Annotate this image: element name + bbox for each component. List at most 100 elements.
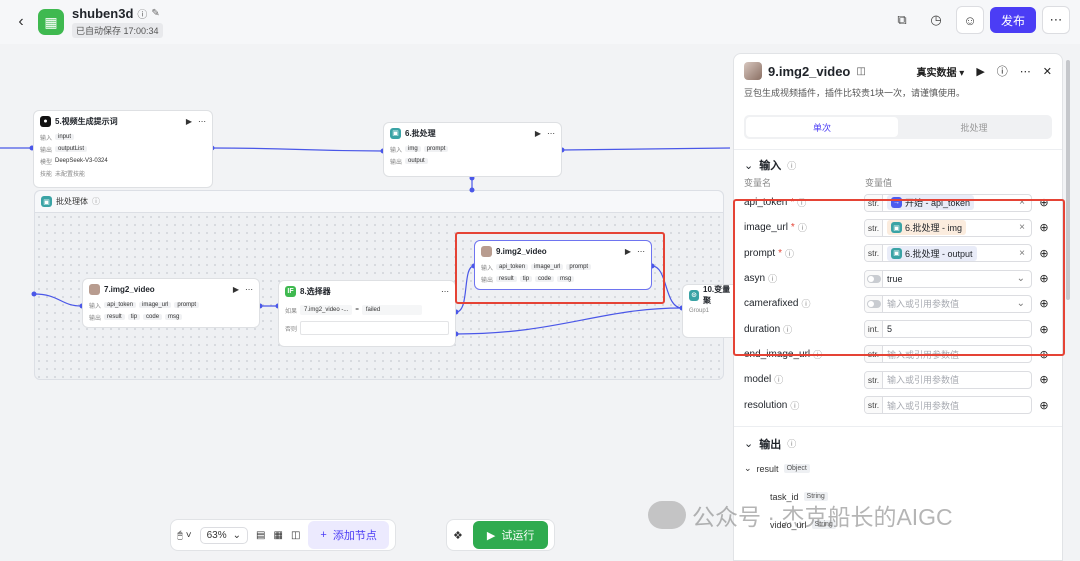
input-section-header[interactable]: ⌄ 输入 ⓘ [734,154,1062,176]
edge-batch-out [561,147,730,151]
chevron-down-icon[interactable]: ⌄ [744,463,752,474]
back-arrow-icon[interactable]: ‹ [10,11,32,33]
chip: output [405,158,428,164]
test-run-button[interactable]: ▶ 试运行 [472,521,549,549]
more-icon[interactable]: ⋯ [1042,6,1070,34]
tab-single[interactable]: 单次 [746,117,898,137]
run-label: 试运行 [501,530,535,542]
play-icon[interactable]: ▶ [233,285,239,294]
info-icon[interactable]: ⓘ [790,399,799,412]
param-value: 输入或引用参数值 [883,399,1031,412]
node-img2video-7[interactable]: 7.img2_video ▶ ⋯ 输入 api_token image_url prom… [82,278,260,328]
reference-add-icon[interactable]: ⊕ [1036,373,1052,386]
chevron-down-icon: ⌄ [232,529,242,541]
top-bar: ‹ ▦ shuben3d ⓘ ✎ 已自动保存 17:00:34 ⧉ ◷ ☺ 发布… [0,0,1080,44]
project-title-box: shuben3d ⓘ ✎ 已自动保存 17:00:34 [72,6,163,38]
play-icon[interactable]: ▶ [535,129,541,138]
chip: code [143,314,163,320]
run-toolbar: ❖ ▶ 试运行 [446,519,556,551]
input-label: 输入 [390,147,403,154]
skill-value: 未配置技能 [55,171,86,178]
highlight-box [455,232,665,304]
copy-icon[interactable]: ⧉ [888,6,916,34]
more-icon[interactable]: ⋯ [1020,65,1031,78]
output-row: task_id String [734,483,1062,511]
add-node-label: 添加节点 [332,530,377,542]
play-icon[interactable]: ▶ [976,65,984,78]
node-batch[interactable]: ▣ 6.批处理 ▶ ⋯ 输入 img prompt 输出 output [383,122,562,177]
chip: tip [127,314,141,320]
more-icon[interactable]: ⋯ [547,129,555,138]
zoom-select[interactable]: 63% ⌄ [199,526,249,544]
output-type: Object [783,464,810,474]
layout-icon[interactable]: ▦ [273,530,282,541]
node-title: 10.变量聚 [703,285,731,305]
play-icon: ▶ [486,529,496,542]
output-list: ⌄ result Object task_id String video_url Strin… [734,455,1062,539]
panel-scrollbar[interactable] [1066,60,1070,300]
output-name: video_url [770,519,807,530]
app-logo-icon: ▦ [38,9,64,35]
output-type: String [811,520,836,530]
play-icon[interactable]: ▶ [186,117,192,126]
input-label: 输入 [89,303,102,310]
debug-tool-icon[interactable]: ❖ [453,529,463,542]
param-label: resolution ⓘ [744,399,864,412]
info-icon[interactable]: ⓘ [137,6,147,21]
panel-description: 豆包生成视频插件，插件比较贵1块一次，请谨慎使用。 [744,88,966,98]
chevron-down-icon: ⌄ [744,159,754,172]
plus-icon: + [320,529,327,541]
more-icon[interactable]: ⋯ [441,287,449,296]
node-selector[interactable]: IF 8.选择器 ⋯ 如果 7.img2_video -... = failed… [278,280,456,347]
node-prompt-gen[interactable]: ● 5.视频生成提示词 ▶ ⋯ 输入 input 输出 outputList 模型 De… [33,110,213,188]
param-input[interactable]: str. 输入或引用参数值 [864,370,1032,389]
add-node-button[interactable]: + 添加节点 [308,521,389,549]
info-icon[interactable]: ⓘ [787,437,796,450]
plugin-badge-icon: ◫ [856,65,866,77]
output-label: 输出 [40,147,53,154]
else-label: 否则 [285,326,298,333]
tab-batch[interactable]: 批处理 [898,117,1050,137]
minimap-icon[interactable]: ◫ [291,530,300,541]
edit-icon[interactable]: ✎ [151,8,159,19]
panel-title: 9.img2_video [768,63,851,79]
chip: prompt [174,302,200,308]
model-label: 模型 [40,159,53,166]
group-label: Group1 [689,308,710,314]
param-row: resolution ⓘ str. 输入或引用参数值 ⊕ [734,392,1062,417]
more-icon[interactable]: ⋯ [198,117,206,126]
output-section-header[interactable]: ⌄ 输出 ⓘ [734,433,1062,455]
more-icon[interactable]: ⋯ [245,285,253,294]
info-icon[interactable]: ⓘ [774,373,783,386]
publish-button[interactable]: 发布 [990,7,1036,33]
history-icon[interactable]: ◷ [922,6,950,34]
data-mode-select[interactable]: 真实数据 ▾ [917,64,965,79]
llm-icon: ● [40,115,51,127]
node-header: 7.img2_video ▶ ⋯ [83,279,259,299]
edge-body-to-7 [33,293,83,307]
mouse-mode-icon[interactable]: 🖰 ˅ [177,530,192,541]
workflow-canvas[interactable]: ▣ 批处理体 ⓘ ● 5.视频生成提示词 ▶ ⋯ 输入 input 输出 out… [0,44,742,561]
output-label: 输出 [390,159,403,166]
placeholder-text: 输入或引用参数值 [887,375,960,386]
param-type: str. [865,397,883,414]
collaborators-icon[interactable]: ☺ [956,6,984,34]
param-input[interactable]: str. 输入或引用参数值 [864,396,1032,415]
close-icon[interactable]: ✕ [1043,65,1052,78]
autosave-status: 已自动保存 17:00:34 [72,23,163,38]
output-type: String [803,492,828,502]
chip: image_url [139,302,172,308]
input-label: 输入 [40,135,53,142]
chip: img [405,146,421,152]
reference-add-icon[interactable]: ⊕ [1036,399,1052,412]
batch-icon: ▣ [390,127,401,139]
selector-icon: IF [285,285,296,297]
output-row: video_url String [734,511,1062,539]
param-type: str. [865,371,883,388]
output-row: ⌄ result Object [734,455,1062,483]
param-name: resolution [744,399,788,411]
help-icon[interactable]: ⓘ [997,63,1008,79]
comment-icon[interactable]: ▤ [256,530,265,541]
node-title: 7.img2_video [104,284,155,294]
info-icon[interactable]: ⓘ [787,159,796,172]
